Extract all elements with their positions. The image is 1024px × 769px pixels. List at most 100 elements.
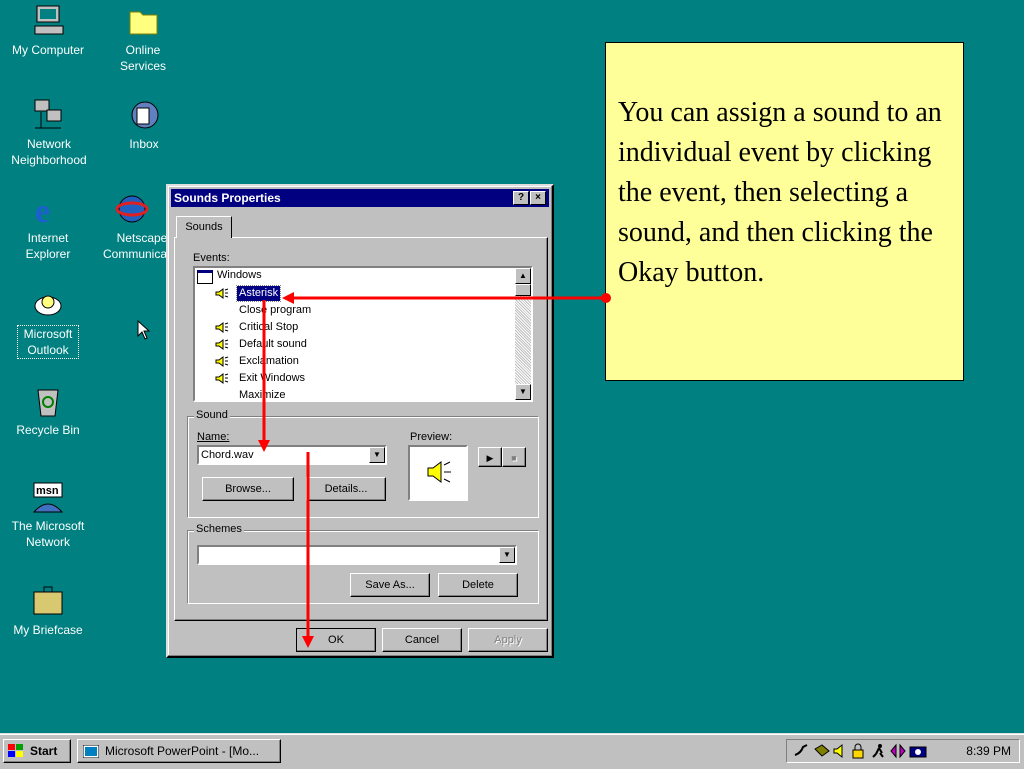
desktop-icon-label: My Computer bbox=[11, 43, 85, 57]
schemes-group: Schemes ▼ Save As... Delete bbox=[187, 523, 539, 604]
desktop-icon-my-computer[interactable]: My Computer bbox=[2, 4, 94, 58]
start-label: Start bbox=[30, 744, 58, 758]
speaker-icon bbox=[427, 461, 451, 483]
directional-pad-icon[interactable] bbox=[889, 743, 907, 759]
event-label: Maximize bbox=[239, 389, 286, 401]
speaker-icon bbox=[215, 356, 229, 367]
schemes-group-label: Schemes bbox=[194, 523, 244, 535]
chevron-down-icon[interactable]: ▼ bbox=[369, 447, 385, 463]
speaker-icon bbox=[215, 373, 229, 384]
folder-icon bbox=[126, 4, 160, 38]
internet-explorer-icon: e bbox=[31, 192, 65, 230]
netscape-icon bbox=[115, 192, 149, 226]
event-label: Exclamation bbox=[239, 355, 299, 367]
name-label: Name: bbox=[197, 431, 230, 443]
msn-icon: msn bbox=[31, 480, 65, 514]
desktop-icon-label: Recycle Bin bbox=[16, 423, 80, 437]
desktop-icon-msn[interactable]: msn The Microsoft Network bbox=[2, 480, 94, 550]
details-button[interactable]: Details... bbox=[306, 477, 386, 501]
system-tray: 8:39 PM bbox=[786, 739, 1020, 763]
desktop-icon-label: Microsoft Outlook bbox=[17, 325, 79, 359]
scroll-down-button[interactable]: ▼ bbox=[515, 384, 531, 400]
name-dropdown[interactable]: Chord.wav ▼ bbox=[197, 445, 387, 465]
network-icon bbox=[31, 98, 65, 132]
event-label: Close program bbox=[239, 304, 312, 316]
taskbar-item-powerpoint[interactable]: Microsoft PowerPoint - [Mo... bbox=[77, 739, 281, 763]
desktop-icon-recycle-bin[interactable]: Recycle Bin bbox=[2, 384, 94, 438]
sound-group: Sound Name: Chord.wav ▼ Preview: ▶ ■ Bro… bbox=[187, 409, 539, 518]
windows-logo-icon bbox=[8, 744, 23, 757]
tab-sounds[interactable]: Sounds bbox=[176, 216, 232, 238]
runner-icon[interactable] bbox=[871, 743, 887, 759]
volume-icon[interactable] bbox=[833, 743, 849, 759]
save-as-button[interactable]: Save As... bbox=[350, 573, 430, 597]
browse-button[interactable]: Browse... bbox=[202, 477, 294, 501]
start-button[interactable]: Start bbox=[3, 739, 71, 763]
windows-folder-icon bbox=[197, 270, 213, 284]
taskbar-item-label: Microsoft PowerPoint - [Mo... bbox=[105, 744, 260, 758]
speaker-icon bbox=[215, 339, 229, 350]
scroll-up-button[interactable]: ▲ bbox=[515, 268, 531, 284]
desktop-icon-online-services[interactable]: Online Services bbox=[98, 4, 188, 74]
inbox-icon bbox=[127, 98, 161, 132]
powerpoint-icon bbox=[83, 745, 99, 758]
event-label: Default sound bbox=[239, 338, 307, 350]
svg-text:msn: msn bbox=[36, 485, 59, 497]
events-scrollbar[interactable]: ▲ ▼ bbox=[515, 268, 531, 400]
delete-button[interactable]: Delete bbox=[438, 573, 518, 597]
desktop-icon-label: Netscape Communicator bbox=[102, 231, 166, 261]
network-tray-icon[interactable] bbox=[813, 743, 831, 759]
desktop-icon-label: The Microsoft Network bbox=[11, 519, 85, 549]
preview-label: Preview: bbox=[410, 431, 453, 443]
clock: 8:39 PM bbox=[966, 744, 1011, 758]
events-root: Windows bbox=[217, 269, 262, 281]
sound-group-label: Sound bbox=[194, 409, 230, 421]
ok-button[interactable]: OK bbox=[296, 628, 376, 652]
svg-text:e: e bbox=[35, 193, 50, 226]
cancel-button[interactable]: Cancel bbox=[382, 628, 462, 652]
schemes-dropdown[interactable]: ▼ bbox=[197, 545, 517, 565]
event-label: Critical Stop bbox=[239, 321, 299, 333]
tab-panel: Events: Windows Asterisk Close program C… bbox=[174, 237, 548, 621]
preview-box bbox=[408, 445, 468, 501]
desktop-icon-label: Internet Explorer bbox=[25, 231, 71, 261]
speaker-icon bbox=[215, 288, 229, 299]
stop-button[interactable]: ■ bbox=[502, 447, 526, 467]
event-label: Asterisk bbox=[235, 285, 282, 302]
events-list[interactable]: Windows Asterisk Close program Critical … bbox=[193, 266, 533, 402]
taskbar: Start Microsoft PowerPoint - [Mo... 8:39… bbox=[0, 733, 1024, 769]
desktop-icon-network-neighborhood[interactable]: Network Neighborhood bbox=[2, 98, 94, 168]
apply-button[interactable]: Apply bbox=[468, 628, 548, 652]
scroll-thumb[interactable] bbox=[515, 284, 531, 296]
sounds-properties-window: Sounds Properties ? × Sounds Events: Win… bbox=[166, 184, 554, 658]
window-title: Sounds Properties bbox=[174, 191, 281, 205]
desktop-icon-label: My Briefcase bbox=[13, 623, 83, 637]
briefcase-icon bbox=[31, 584, 65, 618]
annotation-text: You can assign a sound to an individual … bbox=[618, 97, 942, 288]
recycle-bin-icon bbox=[31, 384, 65, 418]
help-button[interactable]: ? bbox=[513, 191, 529, 205]
annotation-box: You can assign a sound to an individual … bbox=[605, 42, 964, 381]
event-label: Exit Windows bbox=[239, 372, 306, 384]
desktop-icon-internet-explorer[interactable]: e Internet Explorer bbox=[2, 192, 94, 262]
play-button[interactable]: ▶ bbox=[478, 447, 502, 467]
outlook-icon bbox=[31, 288, 65, 322]
name-value: Chord.wav bbox=[201, 449, 254, 461]
desktop-icon-microsoft-outlook[interactable]: Microsoft Outlook bbox=[2, 288, 94, 359]
events-label: Events: bbox=[193, 252, 230, 264]
computer-icon bbox=[31, 4, 65, 38]
window-titlebar[interactable]: Sounds Properties ? × bbox=[171, 189, 549, 207]
lock-icon[interactable] bbox=[851, 743, 865, 759]
speaker-icon bbox=[215, 322, 229, 333]
desktop-icon-label: Network Neighborhood bbox=[11, 137, 87, 167]
desktop-icon-inbox[interactable]: Inbox bbox=[98, 98, 190, 152]
close-button[interactable]: × bbox=[530, 191, 546, 205]
desktop-icon-label: Inbox bbox=[129, 137, 159, 151]
desktop-icon-label: Online Services bbox=[119, 43, 166, 73]
camera-icon[interactable] bbox=[909, 743, 927, 759]
desktop-icon-my-briefcase[interactable]: My Briefcase bbox=[2, 584, 94, 638]
desktop-icon-netscape[interactable]: Netscape Communicator bbox=[98, 192, 166, 262]
plug-icon[interactable] bbox=[793, 743, 811, 759]
chevron-down-icon[interactable]: ▼ bbox=[499, 547, 515, 563]
mouse-cursor-icon bbox=[137, 320, 151, 340]
